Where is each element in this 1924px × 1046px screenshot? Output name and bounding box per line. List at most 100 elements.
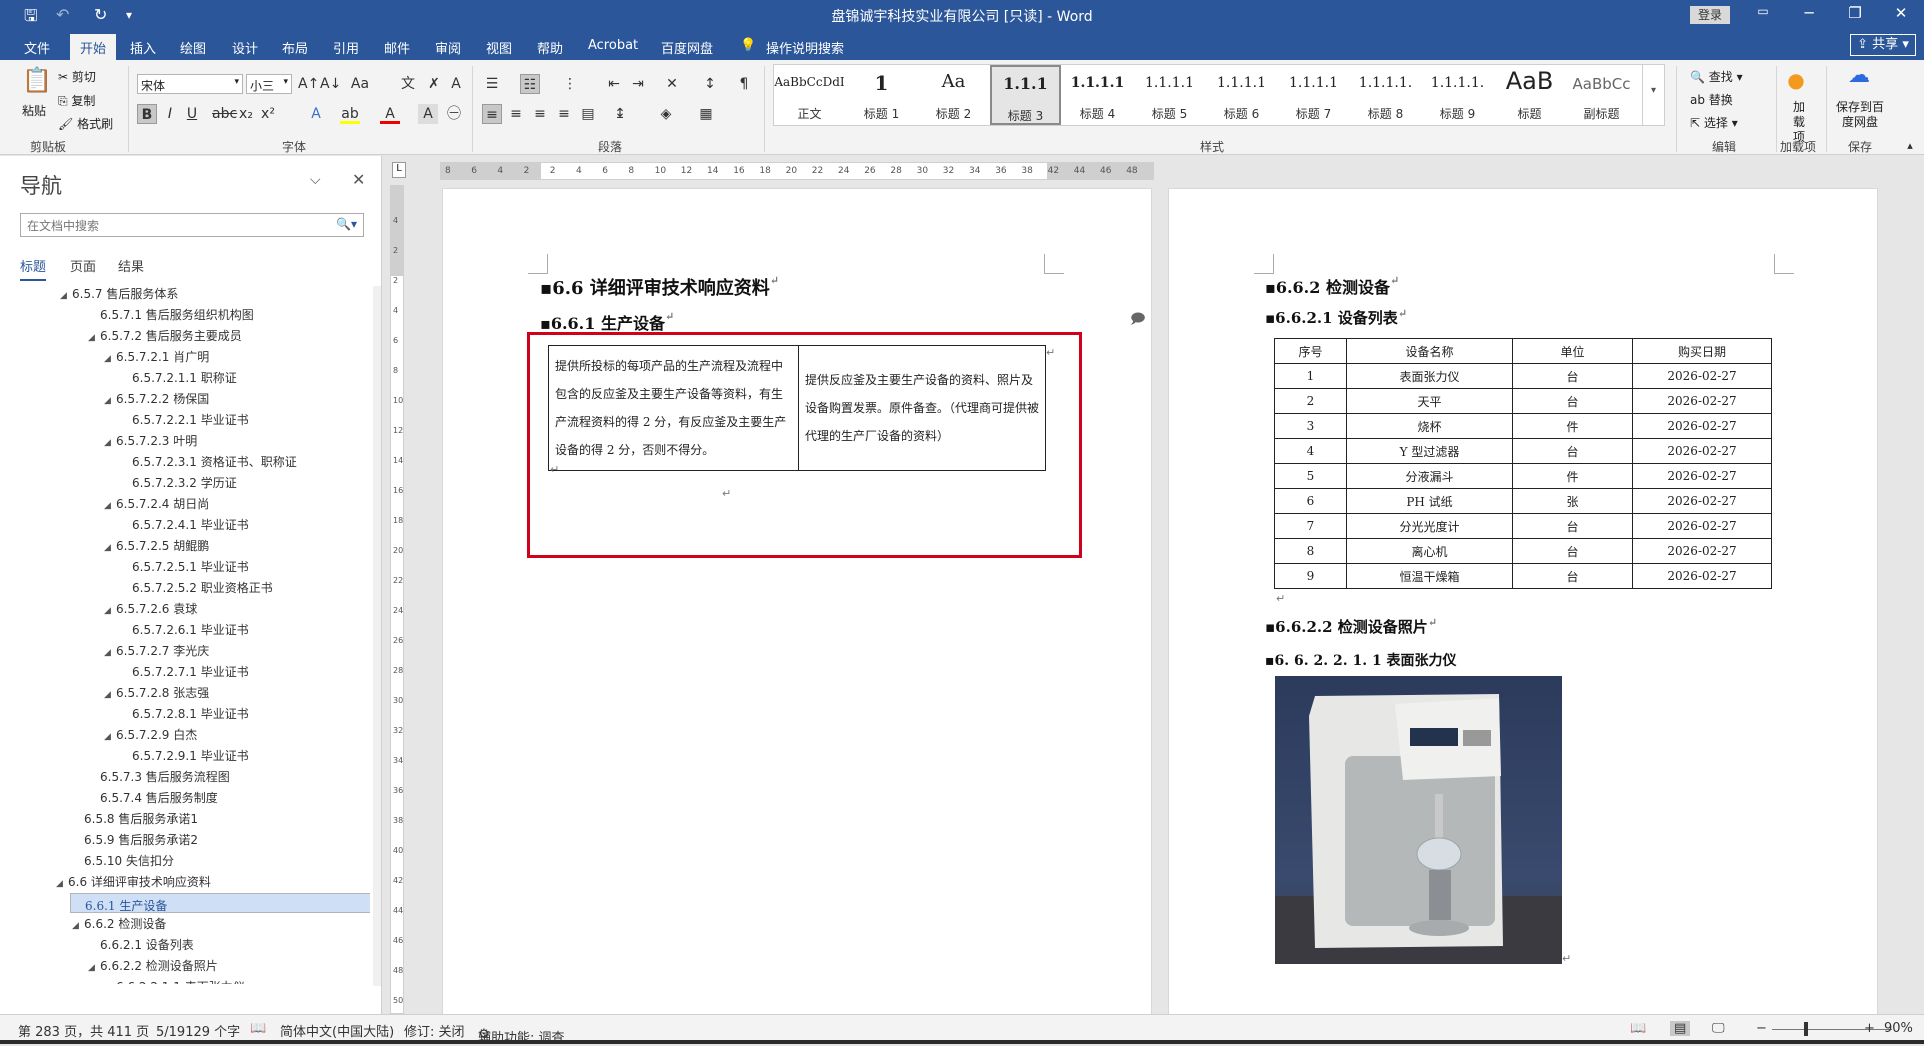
multilevel-list-icon[interactable]: ⋮ — [560, 74, 580, 94]
text-effects-icon[interactable]: A — [306, 104, 326, 124]
select-button[interactable]: ⇱ 选择 ▾ — [1690, 114, 1738, 131]
cell-unit[interactable]: 台 — [1512, 563, 1633, 589]
style-heading-7[interactable]: 1.1.1.1 标题 7 — [1278, 65, 1349, 125]
cell-unit[interactable]: 张 — [1512, 488, 1633, 514]
word-count[interactable]: 5/19129 个字 — [156, 1021, 240, 1040]
collapse-arrow-icon[interactable]: ◢ — [104, 727, 116, 747]
sort-icon[interactable]: ↕ — [700, 74, 720, 94]
highlight-icon[interactable]: ab — [340, 104, 360, 124]
nav-item[interactable]: ◢ 6.5.7.2.2 杨保国 — [0, 389, 209, 409]
nav-item[interactable]: ◢ 6.5.7.2.6 袁球 — [0, 599, 197, 619]
tab-design[interactable]: 设计 — [232, 38, 258, 57]
decrease-indent-icon[interactable]: ⇤ — [604, 74, 624, 94]
align-center-icon[interactable]: ≡ — [506, 104, 526, 124]
nav-item[interactable]: 6.5.7.2.1.1 职称证 — [0, 368, 237, 388]
cell-date[interactable]: 2026-02-27 — [1632, 363, 1772, 389]
clear-format-icon[interactable]: ✗ — [424, 74, 444, 94]
cell-name[interactable]: 表面张力仪 — [1346, 363, 1513, 389]
ribbon-display-icon[interactable]: ▭ — [1740, 4, 1786, 18]
page-count[interactable]: 第 283 页，共 411 页 — [18, 1021, 149, 1040]
style-heading-1[interactable]: 1 标题 1 — [846, 65, 917, 125]
nav-item[interactable]: 6.5.7.2.3.1 资格证书、职称证 — [0, 452, 297, 472]
proofing-icon[interactable]: 📖 — [250, 1021, 266, 1036]
collapse-arrow-icon[interactable]: ◢ — [104, 685, 116, 705]
nav-item[interactable]: ◢ 6.5.7.2.1 肖广明 — [0, 347, 209, 367]
replace-button[interactable]: ab 替换 — [1690, 91, 1733, 108]
tab-help[interactable]: 帮助 — [537, 38, 563, 57]
tab-insert[interactable]: 插入 — [130, 38, 156, 57]
collapse-ribbon-icon[interactable]: ▴ — [1900, 136, 1920, 156]
nav-item[interactable]: ◢ 6.6 详细评审技术响应资料 — [0, 872, 211, 892]
nav-item[interactable]: 6.5.7.2.6.1 毕业证书 — [0, 620, 249, 640]
cell-unit[interactable]: 台 — [1512, 513, 1633, 539]
cell-date[interactable]: 2026-02-27 — [1632, 513, 1772, 539]
nav-item[interactable]: 6.5.8 售后服务承诺1 — [0, 809, 198, 829]
nav-item[interactable]: 6.5.7.1 售后服务组织机构图 — [0, 305, 254, 325]
requirement-cell-right[interactable]: 提供反应釜及主要生产设备的资料、照片及设备购置发票。原件备查。（代理商可提供被代… — [798, 345, 1046, 471]
share-button[interactable]: ⇪ 共享 ▾ — [1850, 34, 1916, 56]
nav-item[interactable]: 6.5.7.2.5.1 毕业证书 — [0, 557, 249, 577]
addins-icon[interactable]: ● — [1786, 70, 1806, 90]
distribute-icon[interactable]: ▤ — [578, 104, 598, 124]
tab-acrobat[interactable]: Acrobat — [588, 38, 638, 53]
nav-scrollbar[interactable] — [373, 286, 381, 986]
style-subtitle[interactable]: AaBbCc 副标题 — [1566, 65, 1637, 125]
cell-unit[interactable]: 件 — [1512, 463, 1633, 489]
nav-item[interactable]: 6.6.1 生产设备 — [70, 893, 370, 913]
font-name-select[interactable]: 宋体 ▾ — [137, 74, 243, 94]
nav-item[interactable]: 6.6.2.1 设备列表 — [0, 935, 194, 955]
page2-heading[interactable]: ▪6.6.2 检测设备 ↵ — [1265, 274, 1399, 298]
grow-font-icon[interactable]: A↑ — [298, 74, 319, 94]
char-shading-icon[interactable]: A — [418, 104, 438, 124]
tab-view[interactable]: 视图 — [486, 38, 512, 57]
restore-icon[interactable]: ❐ — [1832, 4, 1878, 22]
nav-item[interactable]: ◢ 6.5.7.2.9 白杰 — [0, 725, 197, 745]
nav-item[interactable]: 6.5.7.2.4.1 毕业证书 — [0, 515, 249, 535]
strikethrough-icon[interactable]: abc — [212, 104, 237, 124]
nav-item[interactable]: 6.5.7.2.5.2 职业资格正书 — [0, 578, 273, 598]
zoom-in-icon[interactable]: + — [1864, 1021, 1875, 1036]
style-heading-3[interactable]: 1.1.1 标题 3 — [990, 65, 1061, 125]
nav-item[interactable]: 6.5.7.2.8.1 毕业证书 — [0, 704, 249, 724]
nav-item[interactable]: 6.5.7.2.2.1 毕业证书 — [0, 410, 249, 430]
cell-name[interactable]: 分液漏斗 — [1346, 463, 1513, 489]
align-left-icon[interactable]: ≡ — [482, 104, 502, 124]
nav-tab-results[interactable]: 结果 — [118, 256, 144, 275]
cell-unit[interactable]: 台 — [1512, 388, 1633, 414]
nav-item[interactable]: ◢ 6.6.2 检测设备 — [0, 914, 166, 934]
italic-icon[interactable]: I — [160, 104, 180, 124]
styles-more-icon[interactable]: ▾ — [1642, 65, 1664, 125]
show-marks-icon[interactable]: ¶ — [734, 74, 754, 94]
column-header-unit[interactable]: 单位 — [1512, 338, 1633, 364]
minimize-icon[interactable]: ─ — [1786, 4, 1832, 22]
font-size-select[interactable]: 小三 ▾ — [246, 74, 292, 94]
cell-unit[interactable]: 台 — [1512, 438, 1633, 464]
cell-index[interactable]: 6 — [1274, 488, 1347, 514]
horizontal-ruler[interactable]: 8 6 4 2 2 4 6 8 10 12 14 16 18 20 22 24 26 28 30 32 34 36 38 42… — [440, 162, 1154, 180]
subscript-icon[interactable]: x₂ — [236, 104, 256, 124]
page2-subheading[interactable]: ▪6.6.2.1 设备列表 ↵ — [1265, 307, 1407, 328]
style-title[interactable]: AaB 标题 — [1494, 65, 1565, 125]
collapse-arrow-icon[interactable]: ◢ — [104, 538, 116, 558]
close-icon[interactable]: ✕ — [352, 170, 365, 189]
web-layout-icon[interactable]: 🖵 — [1712, 1021, 1725, 1036]
cell-date[interactable]: 2026-02-27 — [1632, 538, 1772, 564]
cell-name[interactable]: Y 型过滤器 — [1346, 438, 1513, 464]
chevron-down-icon[interactable]: ⌵ — [310, 172, 321, 188]
cell-date[interactable]: 2026-02-27 — [1632, 388, 1772, 414]
cell-index[interactable]: 4 — [1274, 438, 1347, 464]
chinese-layout-icon[interactable]: ✕ — [662, 74, 682, 94]
zoom-level[interactable]: 90% — [1884, 1021, 1913, 1036]
copy-button[interactable]: ⎘ 复制 — [58, 92, 95, 109]
shading-icon[interactable]: ◈ — [656, 104, 676, 124]
tab-mailings[interactable]: 邮件 — [384, 38, 410, 57]
underline-icon[interactable]: U — [182, 104, 202, 124]
nav-item[interactable]: 6.5.7.2.9.1 毕业证书 — [0, 746, 249, 766]
style-heading-8[interactable]: 1.1.1.1. 标题 8 — [1350, 65, 1421, 125]
tensiometer-photo[interactable] — [1275, 676, 1562, 964]
style-normal[interactable]: AaBbCcDdI 正文 — [774, 65, 845, 125]
nav-item[interactable]: ◢ 6.5.7.2.5 胡鲲鹏 — [0, 536, 209, 556]
tab-file[interactable]: 文件 — [24, 38, 50, 57]
font-color-icon[interactable]: A — [380, 104, 400, 124]
cell-unit[interactable]: 台 — [1512, 363, 1633, 389]
